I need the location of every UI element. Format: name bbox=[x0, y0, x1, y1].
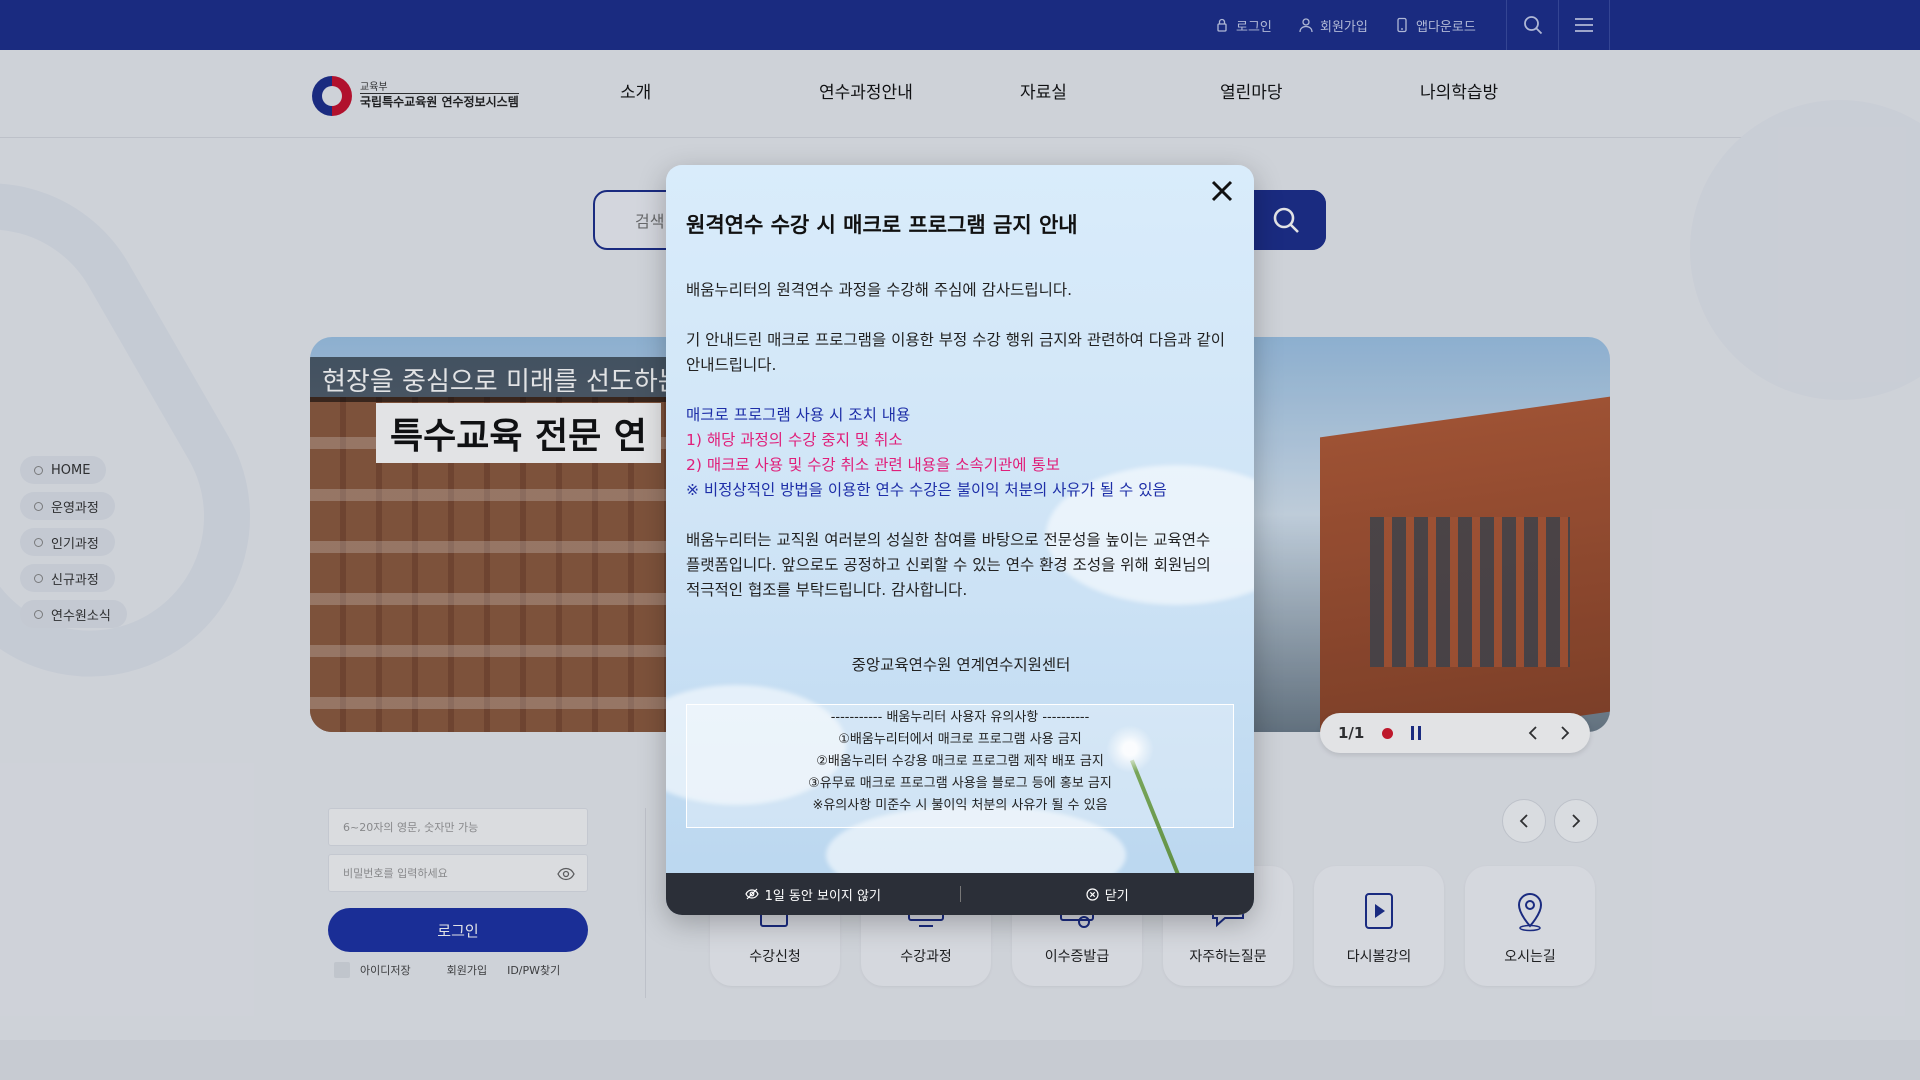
measures-title: 매크로 프로그램 사용 시 조치 내용 bbox=[686, 406, 911, 424]
popup-title: 원격연수 수강 시 매크로 프로그램 금지 안내 bbox=[686, 213, 1078, 237]
popup-footer: 1일 동안 보이지 않기 닫기 bbox=[666, 873, 1254, 915]
rule-item: ③유무료 매크로 프로그램 사용을 블로그 등에 홍보 금지 bbox=[808, 776, 1112, 791]
eye-off-icon bbox=[744, 888, 759, 900]
notice-popup: 원격연수 수강 시 매크로 프로그램 금지 안내 배움누리터의 원격연수 과정을… bbox=[666, 165, 1254, 915]
dandelion-decoration bbox=[1106, 725, 1154, 773]
hide-for-one-day-button[interactable]: 1일 동안 보이지 않기 bbox=[666, 873, 960, 915]
rules-title: ----------- 배움누리터 사용자 유의사항 ---------- bbox=[830, 710, 1090, 725]
measure-item: 2) 매크로 사용 및 수강 취소 관련 내용을 소속기관에 통보 bbox=[686, 456, 1060, 474]
hide-for-one-day-label: 1일 동안 보이지 않기 bbox=[764, 888, 881, 904]
popup-paragraph: 적극적인 협조를 부탁드립니다. 감사합니다. bbox=[686, 581, 968, 599]
popup-signature: 중앙교육연수원 연계연수지원센터 bbox=[851, 656, 1071, 674]
popup-paragraph: 기 안내드린 매크로 프로그램을 이용한 부정 수강 행위 금지와 관련하여 다… bbox=[686, 331, 1226, 349]
popup-footer-close-label: 닫기 bbox=[1104, 888, 1129, 904]
close-icon bbox=[1211, 180, 1233, 202]
popup-footer-close-button[interactable]: 닫기 bbox=[961, 873, 1255, 915]
popup-paragraph: 배움누리터의 원격연수 과정을 수강해 주심에 감사드립니다. bbox=[686, 281, 1073, 299]
measure-note: ※ 비정상적인 방법을 이용한 연수 수강은 불이익 처분의 사유가 될 수 있… bbox=[686, 481, 1167, 499]
measure-item: 1) 해당 과정의 수강 중지 및 취소 bbox=[686, 431, 903, 449]
popup-close-button[interactable] bbox=[1206, 175, 1238, 207]
popup-paragraph: 안내드립니다. bbox=[686, 356, 777, 374]
popup-paragraph: 배움누리터는 교직원 여러분의 성실한 참여를 바탕으로 전문성을 높이는 교육… bbox=[686, 531, 1211, 549]
popup-body: 배움누리터의 원격연수 과정을 수강해 주심에 감사드립니다. 기 안내드린 매… bbox=[686, 278, 1236, 678]
popup-paragraph: 플랫폼입니다. 앞으로도 공정하고 신뢰할 수 있는 연수 환경 조성을 위해 … bbox=[686, 556, 1211, 574]
circle-close-icon bbox=[1086, 887, 1099, 901]
